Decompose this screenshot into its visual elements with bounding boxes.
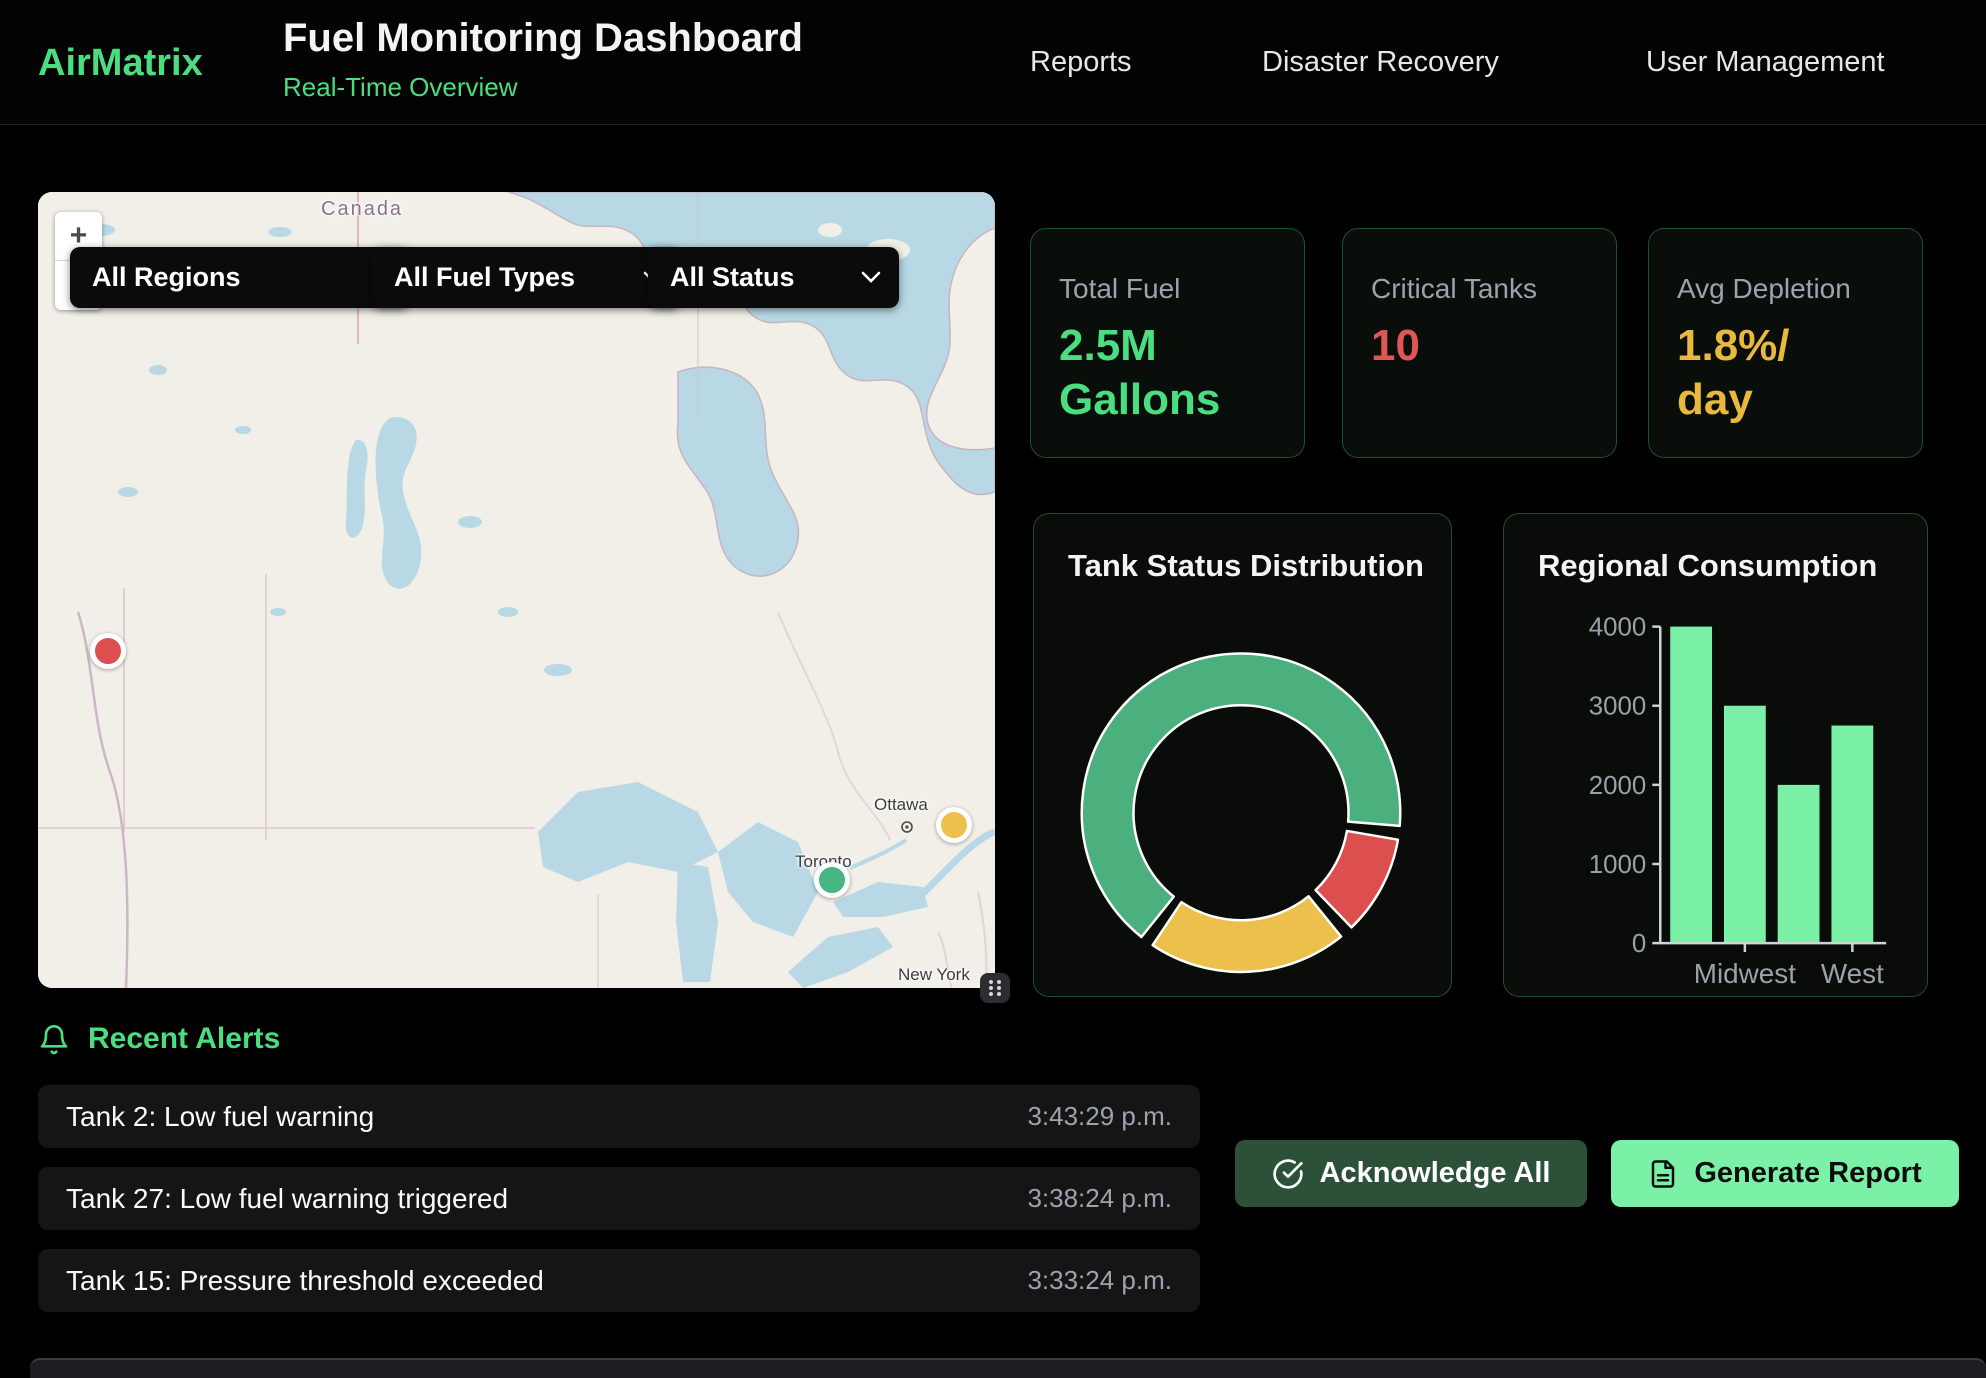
file-text-icon (1648, 1158, 1678, 1190)
alert-text: Tank 27: Low fuel warning triggered (66, 1183, 508, 1215)
bell-icon (38, 1022, 70, 1056)
fuel-type-filter-dropdown[interactable]: All Fuel Types (372, 247, 681, 308)
ottawa-town-dot-icon (900, 820, 914, 834)
stat-value-critical-tanks: 10 (1371, 319, 1588, 373)
alert-time: 3:33:24 p.m. (1027, 1265, 1172, 1296)
alert-time: 3:43:29 p.m. (1027, 1101, 1172, 1132)
map-label-ottawa: Ottawa (874, 795, 928, 815)
tank-status-distribution-card: Tank Status Distribution (1033, 513, 1452, 997)
alert-text: Tank 15: Pressure threshold exceeded (66, 1265, 544, 1297)
app-logo: AirMatrix (38, 42, 203, 85)
alert-row[interactable]: Tank 27: Low fuel warning triggered 3:38… (38, 1167, 1200, 1230)
check-circle-icon (1272, 1158, 1304, 1190)
recent-alerts-heading: Recent Alerts (88, 1022, 280, 1056)
svg-text:0: 0 (1632, 930, 1646, 958)
status-filter-dropdown[interactable]: All Status (648, 247, 899, 308)
stat-card-total-fuel: Total Fuel 2.5MGallons (1030, 228, 1305, 458)
alert-row[interactable]: Tank 2: Low fuel warning 3:43:29 p.m. (38, 1085, 1200, 1148)
partially-visible-row (30, 1358, 1986, 1378)
regional-consumption-bar-chart: 0 1000 2000 3000 4000 Midwest West (1504, 514, 1927, 996)
alert-row[interactable]: Tank 15: Pressure threshold exceeded 3:3… (38, 1249, 1200, 1312)
page-subtitle: Real-Time Overview (283, 72, 518, 103)
alert-time: 3:38:24 p.m. (1027, 1183, 1172, 1214)
alert-text: Tank 2: Low fuel warning (66, 1101, 374, 1133)
tank-marker-normal[interactable] (814, 862, 850, 898)
fuel-map[interactable]: Canada Ottawa Toronto New York + − All R… (38, 192, 995, 988)
nav-reports[interactable]: Reports (1030, 46, 1132, 79)
map-label-new-york: New York (898, 965, 970, 985)
svg-text:Midwest: Midwest (1694, 958, 1796, 989)
stat-value-avg-depletion: 1.8%/day (1677, 319, 1894, 426)
region-filter-value: All Regions (92, 262, 241, 293)
status-filter-value: All Status (670, 262, 795, 293)
stat-label: Total Fuel (1059, 273, 1276, 305)
stat-label: Avg Depletion (1677, 273, 1894, 305)
nav-disaster-recovery[interactable]: Disaster Recovery (1262, 46, 1499, 79)
drag-dots-icon (985, 976, 1005, 1000)
generate-report-button[interactable]: Generate Report (1611, 1140, 1959, 1207)
svg-text:4000: 4000 (1589, 614, 1647, 642)
tank-status-donut-chart (1034, 514, 1451, 996)
regional-consumption-card: Regional Consumption 01000200030004000Mi… (1503, 513, 1928, 997)
stat-card-critical-tanks: Critical Tanks 10 (1342, 228, 1617, 458)
stat-card-avg-depletion: Avg Depletion 1.8%/day (1648, 228, 1923, 458)
svg-text:3000: 3000 (1589, 693, 1647, 721)
recent-alerts-header: Recent Alerts (38, 1022, 280, 1056)
fuel-type-filter-value: All Fuel Types (394, 262, 575, 293)
svg-text:2000: 2000 (1589, 772, 1647, 800)
stat-value-total-fuel: 2.5MGallons (1059, 319, 1276, 426)
svg-text:1000: 1000 (1589, 851, 1647, 879)
tank-marker-critical[interactable] (90, 633, 126, 669)
app-header: AirMatrix Fuel Monitoring Dashboard Real… (0, 0, 1986, 125)
region-filter-dropdown[interactable]: All Regions (70, 247, 410, 308)
acknowledge-all-button[interactable]: Acknowledge All (1235, 1140, 1587, 1207)
nav-user-management[interactable]: User Management (1646, 46, 1885, 79)
tank-marker-warning[interactable] (936, 807, 972, 843)
chevron-down-icon (861, 271, 881, 284)
svg-text:West: West (1821, 958, 1884, 989)
map-label-canada: Canada (321, 198, 403, 221)
stat-label: Critical Tanks (1371, 273, 1588, 305)
map-resize-handle[interactable] (980, 973, 1010, 1003)
page-title: Fuel Monitoring Dashboard (283, 16, 803, 61)
